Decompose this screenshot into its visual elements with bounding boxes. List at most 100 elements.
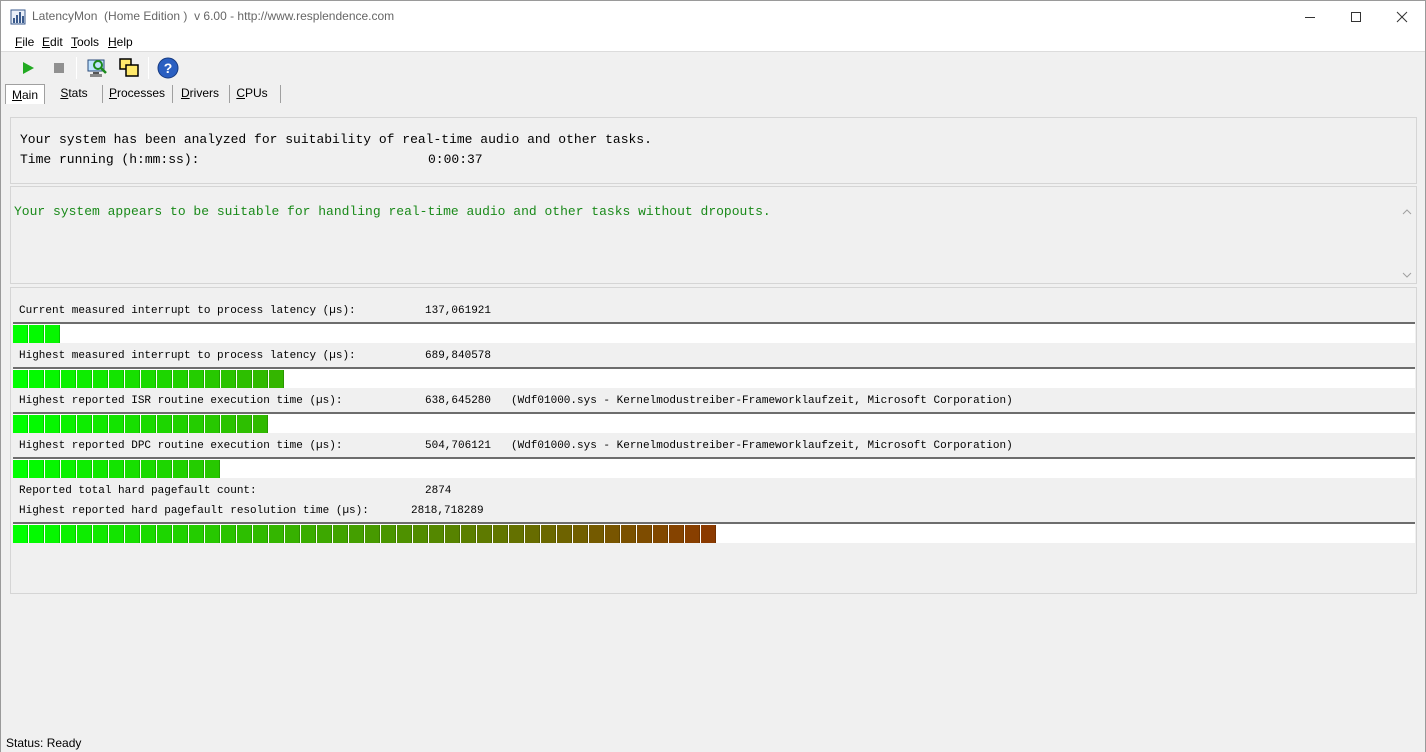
meter-segment <box>109 525 124 543</box>
metric-value: 689,840578 <box>425 350 492 362</box>
stop-button[interactable] <box>47 56 71 80</box>
tab-separator <box>102 85 103 103</box>
meter-segment <box>29 460 44 478</box>
computer-analyze-icon <box>87 59 107 77</box>
metric-label: Highest measured interrupt to process la… <box>19 350 356 362</box>
latency-meter <box>13 522 1415 543</box>
analyze-button[interactable] <box>85 56 109 80</box>
tab-cpus[interactable]: CPUs <box>232 83 272 103</box>
metric-value: 2818,718289 <box>411 505 484 517</box>
menu-file[interactable]: File <box>15 35 34 49</box>
meter-segment <box>205 370 220 388</box>
stop-icon <box>54 63 64 73</box>
verdict-panel: Your system appears to be suitable for h… <box>10 186 1417 284</box>
tab-separator <box>280 85 281 103</box>
meter-segment <box>93 525 108 543</box>
meter-segment <box>29 325 44 343</box>
tab-processes[interactable]: Processes <box>105 83 169 103</box>
status-bar: Status: Ready <box>1 735 1425 752</box>
meter-segment <box>461 525 476 543</box>
meter-segment <box>221 525 236 543</box>
toolbar-separator <box>76 57 77 79</box>
latency-meter <box>13 412 1415 433</box>
metric-label: Highest reported ISR routine execution t… <box>19 395 343 407</box>
metric-label: Highest reported DPC routine execution t… <box>19 440 343 452</box>
maximize-button[interactable] <box>1333 1 1379 32</box>
meter-segment <box>221 370 236 388</box>
windows-button[interactable] <box>117 56 141 80</box>
metric-value: 2874 <box>425 485 452 497</box>
menu-tools[interactable]: Tools <box>71 35 99 49</box>
meter-segment <box>93 370 108 388</box>
meter-segment <box>77 415 92 433</box>
tab-main[interactable]: Main <box>5 84 45 104</box>
meter-segment <box>157 415 172 433</box>
meter-segment <box>141 415 156 433</box>
meter-segment <box>141 460 156 478</box>
meter-segment <box>173 415 188 433</box>
minimize-icon <box>1305 17 1315 18</box>
toolbar-separator <box>148 57 149 79</box>
meter-segment <box>413 525 428 543</box>
meter-segment <box>157 460 172 478</box>
meter-segment <box>45 415 60 433</box>
meter-segment <box>93 415 108 433</box>
meter-segment <box>253 415 268 433</box>
meter-segment <box>173 370 188 388</box>
metric-label: Current measured interrupt to process la… <box>19 305 356 317</box>
scroll-up-icon[interactable] <box>1400 206 1414 218</box>
menu-help[interactable]: Help <box>108 35 133 49</box>
help-button[interactable]: ? <box>156 56 180 80</box>
tab-stats[interactable]: Stats <box>53 83 95 103</box>
meter-segment <box>237 370 252 388</box>
play-icon <box>23 62 34 74</box>
meter-segment <box>29 525 44 543</box>
meter-segment <box>173 525 188 543</box>
minimize-button[interactable] <box>1287 1 1333 32</box>
start-button[interactable] <box>16 56 40 80</box>
metric-driver-info: (Wdf01000.sys - Kernelmodustreiber-Frame… <box>511 440 1013 452</box>
summary-panel: Your system has been analyzed for suitab… <box>10 117 1417 184</box>
title-bar[interactable]: LatencyMon (Home Edition ) v 6.00 - http… <box>1 1 1425 32</box>
meter-segment <box>541 525 556 543</box>
metric-label: Highest reported hard pagefault resoluti… <box>19 505 369 517</box>
meter-segment <box>285 525 300 543</box>
status-text: Status: Ready <box>6 736 82 750</box>
meter-segment <box>29 370 44 388</box>
meter-segment <box>77 525 92 543</box>
meter-segment <box>109 415 124 433</box>
meter-segment <box>125 370 140 388</box>
meter-segment <box>77 370 92 388</box>
menu-edit[interactable]: Edit <box>42 35 63 49</box>
tab-strip: Main Stats Processes Drivers CPUs <box>1 83 1425 105</box>
meter-segment <box>45 525 60 543</box>
time-running-value: 0:00:37 <box>428 152 483 167</box>
metric-value: 504,706121 <box>425 440 492 452</box>
close-button[interactable] <box>1379 1 1425 32</box>
window-title: LatencyMon (Home Edition ) v 6.00 - http… <box>32 9 395 23</box>
meter-segment <box>253 525 268 543</box>
meter-segment <box>477 525 492 543</box>
meter-segment <box>189 370 204 388</box>
meter-segment <box>189 525 204 543</box>
meter-segment <box>45 370 60 388</box>
meter-segment <box>221 415 236 433</box>
meter-segment <box>429 525 444 543</box>
meter-segment <box>13 415 28 433</box>
meter-segment <box>685 525 700 543</box>
metric-label: Reported total hard pagefault count: <box>19 485 257 497</box>
tab-drivers[interactable]: Drivers <box>175 83 225 103</box>
time-running-label: Time running (h:mm:ss): <box>20 152 200 167</box>
meter-segment <box>701 525 716 543</box>
scroll-down-icon[interactable] <box>1400 269 1414 281</box>
latency-meter <box>13 322 1415 343</box>
meter-segment <box>189 415 204 433</box>
meter-segment <box>45 325 60 343</box>
metric-driver-info: (Wdf01000.sys - Kernelmodustreiber-Frame… <box>511 395 1013 407</box>
meter-segment <box>29 415 44 433</box>
meter-segment <box>333 525 348 543</box>
meter-segment <box>173 460 188 478</box>
meter-segment <box>93 460 108 478</box>
meter-segment <box>573 525 588 543</box>
close-icon <box>1396 11 1408 23</box>
